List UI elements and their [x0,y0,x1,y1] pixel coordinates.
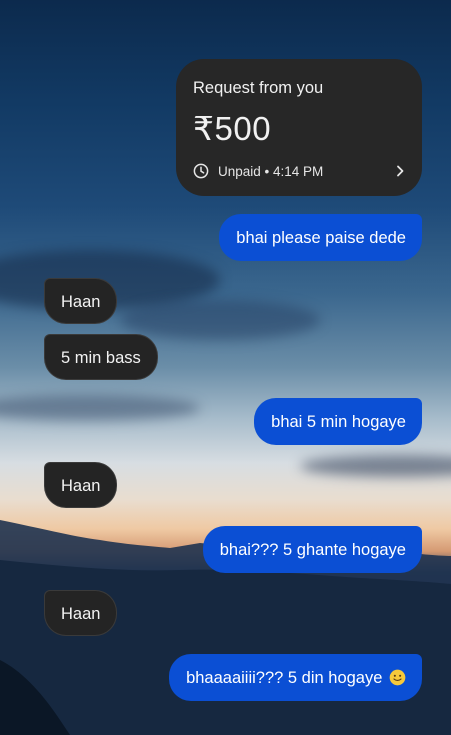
payment-request-card[interactable]: Request from you ₹500 Unpaid • 4:14 PM [176,59,422,196]
incoming-message[interactable]: Haan [44,462,118,508]
payment-status: Unpaid • 4:14 PM [218,163,324,179]
outgoing-message[interactable]: bhai??? 5 ghante hogaye [202,526,422,573]
conversation: Request from you ₹500 Unpaid • 4:14 PM b… [0,0,451,735]
message-text: bhai 5 min hogaye [271,413,406,431]
incoming-message[interactable]: 5 min bass [44,334,158,380]
chevron-right-icon[interactable] [394,164,406,178]
incoming-message[interactable]: Haan [44,278,118,324]
message-text: 5 min bass [61,349,141,367]
clock-icon [193,163,209,179]
payment-status-row: Unpaid • 4:14 PM [193,161,406,181]
message-text: bhai??? 5 ghante hogaye [219,541,406,559]
outgoing-message[interactable]: bhai please paise dede [219,214,422,261]
message-text: Haan [61,293,101,311]
outgoing-message[interactable]: bhai 5 min hogaye [254,398,422,445]
message-text: Haan [61,477,101,495]
payment-amount: ₹500 [193,110,272,147]
message-text: Haan [61,605,101,623]
message-text: bhai please paise dede [236,229,406,247]
slightly-smiling-face-icon [389,669,406,686]
outgoing-message[interactable]: bhaaaaiiii??? 5 din hogaye [169,654,422,701]
message-text: bhaaaaiiii??? 5 din hogaye [186,669,383,687]
incoming-message[interactable]: Haan [44,590,118,636]
payment-request-title: Request from you [193,79,324,97]
